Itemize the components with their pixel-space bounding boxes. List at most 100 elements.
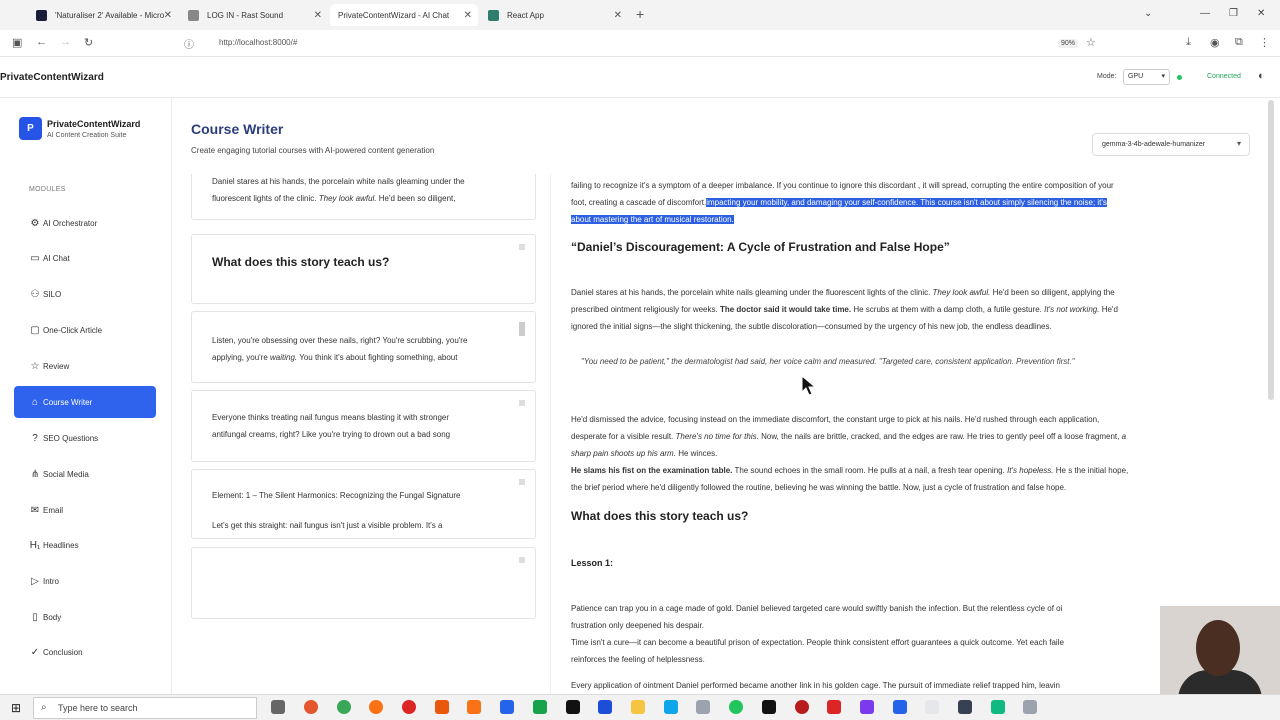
- sidebar-item-label: Social Media: [43, 469, 89, 479]
- account-icon[interactable]: ◉: [1210, 36, 1220, 49]
- section-card[interactable]: Daniel stares at his hands, the porcelai…: [191, 174, 536, 220]
- sidebar-item-one-click-article[interactable]: ▢ One-Click Article: [14, 314, 156, 346]
- download-icon[interactable]: ⤓: [1186, 36, 1191, 49]
- file-explorer-icon[interactable]: [631, 700, 645, 714]
- sidebar-item-label: Email: [43, 505, 64, 515]
- sidebar-item-seo-questions[interactable]: ? SEO Questions: [14, 422, 156, 454]
- card-line: applying, you're waiting. You think it's…: [212, 349, 509, 366]
- app-icon[interactable]: [762, 700, 776, 714]
- sidebar-item-ai-orchestrator[interactable]: ⚙ AI Orchestrator: [14, 207, 156, 239]
- brand-subtitle: AI Content Creation Suite: [47, 132, 127, 139]
- section-card-empty[interactable]: [191, 547, 536, 619]
- quote: "You need to be patient," the dermatolog…: [581, 357, 1075, 366]
- model-select[interactable]: gemma-3-4b-adewale-humanizer ▾: [1092, 133, 1250, 156]
- reload-icon[interactable]: ↻: [84, 36, 93, 49]
- close-icon[interactable]: ✕: [614, 10, 622, 21]
- restore-icon[interactable]: ❐: [1229, 8, 1238, 19]
- section-card[interactable]: What does this story teach us?: [191, 234, 536, 304]
- sidebar-item-course-writer[interactable]: ⌂ Course Writer: [14, 386, 156, 418]
- sidebar-item-conclusion[interactable]: ✓ Conclusion: [14, 636, 156, 668]
- app-icon[interactable]: [467, 700, 481, 714]
- sidebar-item-label: Conclusion: [43, 647, 83, 657]
- close-icon[interactable]: ✕: [164, 10, 172, 21]
- zoom-level[interactable]: 90%: [1058, 39, 1079, 48]
- task-view-icon[interactable]: [271, 700, 285, 714]
- article-icon: ▢: [30, 324, 40, 336]
- app-icon[interactable]: [795, 700, 809, 714]
- chevron-down-icon[interactable]: ⌄: [1144, 8, 1152, 19]
- theme-toggle-icon[interactable]: ◐: [1258, 70, 1265, 82]
- forward-icon[interactable]: →: [60, 36, 71, 48]
- browser-tab[interactable]: React App ✕: [480, 4, 628, 26]
- app-icon[interactable]: [827, 700, 841, 714]
- app-icon[interactable]: [533, 700, 547, 714]
- app-icon[interactable]: [337, 700, 351, 714]
- drag-handle-icon[interactable]: [519, 400, 525, 406]
- sidebar-toggle-icon[interactable]: ▣: [12, 36, 22, 49]
- app-icon[interactable]: [893, 700, 907, 714]
- slack-icon[interactable]: [860, 700, 874, 714]
- browser-tab[interactable]: 'Naturaliser 2' Available - Micro ✕: [28, 4, 178, 26]
- firefox-icon[interactable]: [369, 700, 383, 714]
- app-icon[interactable]: [435, 700, 449, 714]
- tab-title: PrivateContentWizard - AI Chat: [338, 10, 450, 20]
- section-card[interactable]: Everyone thinks treating nail fungus mea…: [191, 390, 536, 462]
- sidebar-item-ai-chat[interactable]: ▭ AI Chat: [14, 242, 156, 274]
- sidebar-item-label: AI Orchestrator: [43, 218, 98, 228]
- windows-start-icon[interactable]: ⊞: [11, 701, 21, 715]
- close-icon[interactable]: ✕: [464, 10, 472, 21]
- drag-handle-icon[interactable]: [519, 479, 525, 485]
- page-scrollbar[interactable]: [1268, 100, 1274, 400]
- tab-title: React App: [507, 10, 544, 20]
- favorite-star-icon[interactable]: ☆: [1086, 36, 1096, 49]
- sidebar-item-headlines[interactable]: H₁ Headlines: [14, 529, 156, 561]
- mode-label: Mode:: [1097, 73, 1117, 80]
- app-icon[interactable]: [991, 700, 1005, 714]
- card-text: Let's get this straight: nail fungus isn…: [212, 521, 443, 530]
- paragraph-line: reinforces the feeling of helplessness.: [571, 655, 705, 664]
- sidebar-item-social-media[interactable]: ⋔ Social Media: [14, 458, 156, 490]
- info-icon[interactable]: ⓘ: [184, 36, 194, 51]
- sidebar-item-intro[interactable]: ▷ Intro: [14, 565, 156, 597]
- sidebar-item-review[interactable]: ☆ Review: [14, 350, 156, 382]
- drag-handle-icon[interactable]: [519, 244, 525, 250]
- close-icon[interactable]: ✕: [314, 10, 322, 21]
- chrome-icon[interactable]: [402, 700, 416, 714]
- selected-text: impacting your mobility, and damaging yo…: [706, 198, 1107, 207]
- menu-icon[interactable]: ⋮: [1259, 36, 1270, 49]
- browser-tab-active[interactable]: PrivateContentWizard - AI Chat ✕: [330, 4, 478, 26]
- app-icon[interactable]: [566, 700, 580, 714]
- whatsapp-icon[interactable]: [729, 700, 743, 714]
- scrollbar[interactable]: [519, 322, 525, 336]
- drag-handle-icon[interactable]: [519, 557, 525, 563]
- status-dot-icon: [1177, 75, 1182, 80]
- app-icon[interactable]: [500, 700, 514, 714]
- back-icon[interactable]: ←: [36, 36, 47, 48]
- mode-select[interactable]: GPU ▾: [1123, 69, 1170, 85]
- sidebar-item-body[interactable]: ▯ Body: [14, 601, 156, 633]
- section-card[interactable]: Element: 1 – The Silent Harmonics: Recog…: [191, 469, 536, 539]
- taskbar-search[interactable]: ⌕ Type here to search: [33, 697, 257, 719]
- url-field[interactable]: http://localhost:8000/#: [219, 38, 297, 47]
- new-tab-plus-icon[interactable]: +: [636, 6, 644, 22]
- card-text-span: He'd been so diligent,: [378, 194, 456, 203]
- text-italic: sharp pain shoots up his arm.: [571, 449, 676, 458]
- app-icon[interactable]: [958, 700, 972, 714]
- app-icon[interactable]: [1023, 700, 1037, 714]
- section-card[interactable]: Listen, you're obsessing over these nail…: [191, 311, 536, 383]
- sidebar-item-label: Review: [43, 361, 70, 371]
- app-icon[interactable]: [696, 700, 710, 714]
- paragraph-line: failing to recognize it's a symptom of a…: [571, 181, 1114, 190]
- browser-tab[interactable]: LOG IN - Rast Sound ✕: [180, 4, 328, 26]
- vscode-icon[interactable]: [598, 700, 612, 714]
- app-icon[interactable]: [664, 700, 678, 714]
- paragraph-line: about mastering the art of musical resto…: [571, 211, 1231, 228]
- app-icon[interactable]: [925, 700, 939, 714]
- sidebar-item-silo[interactable]: ⚇ SILO: [14, 278, 156, 310]
- app-icon[interactable]: [304, 700, 318, 714]
- sidebar-item-email[interactable]: ✉ Email: [14, 494, 156, 526]
- minimize-icon[interactable]: —: [1200, 8, 1210, 19]
- close-window-icon[interactable]: ✕: [1257, 8, 1265, 19]
- paragraph-line: the brief period where he'd diligently f…: [571, 483, 1067, 492]
- extensions-icon[interactable]: ⧉: [1235, 36, 1243, 49]
